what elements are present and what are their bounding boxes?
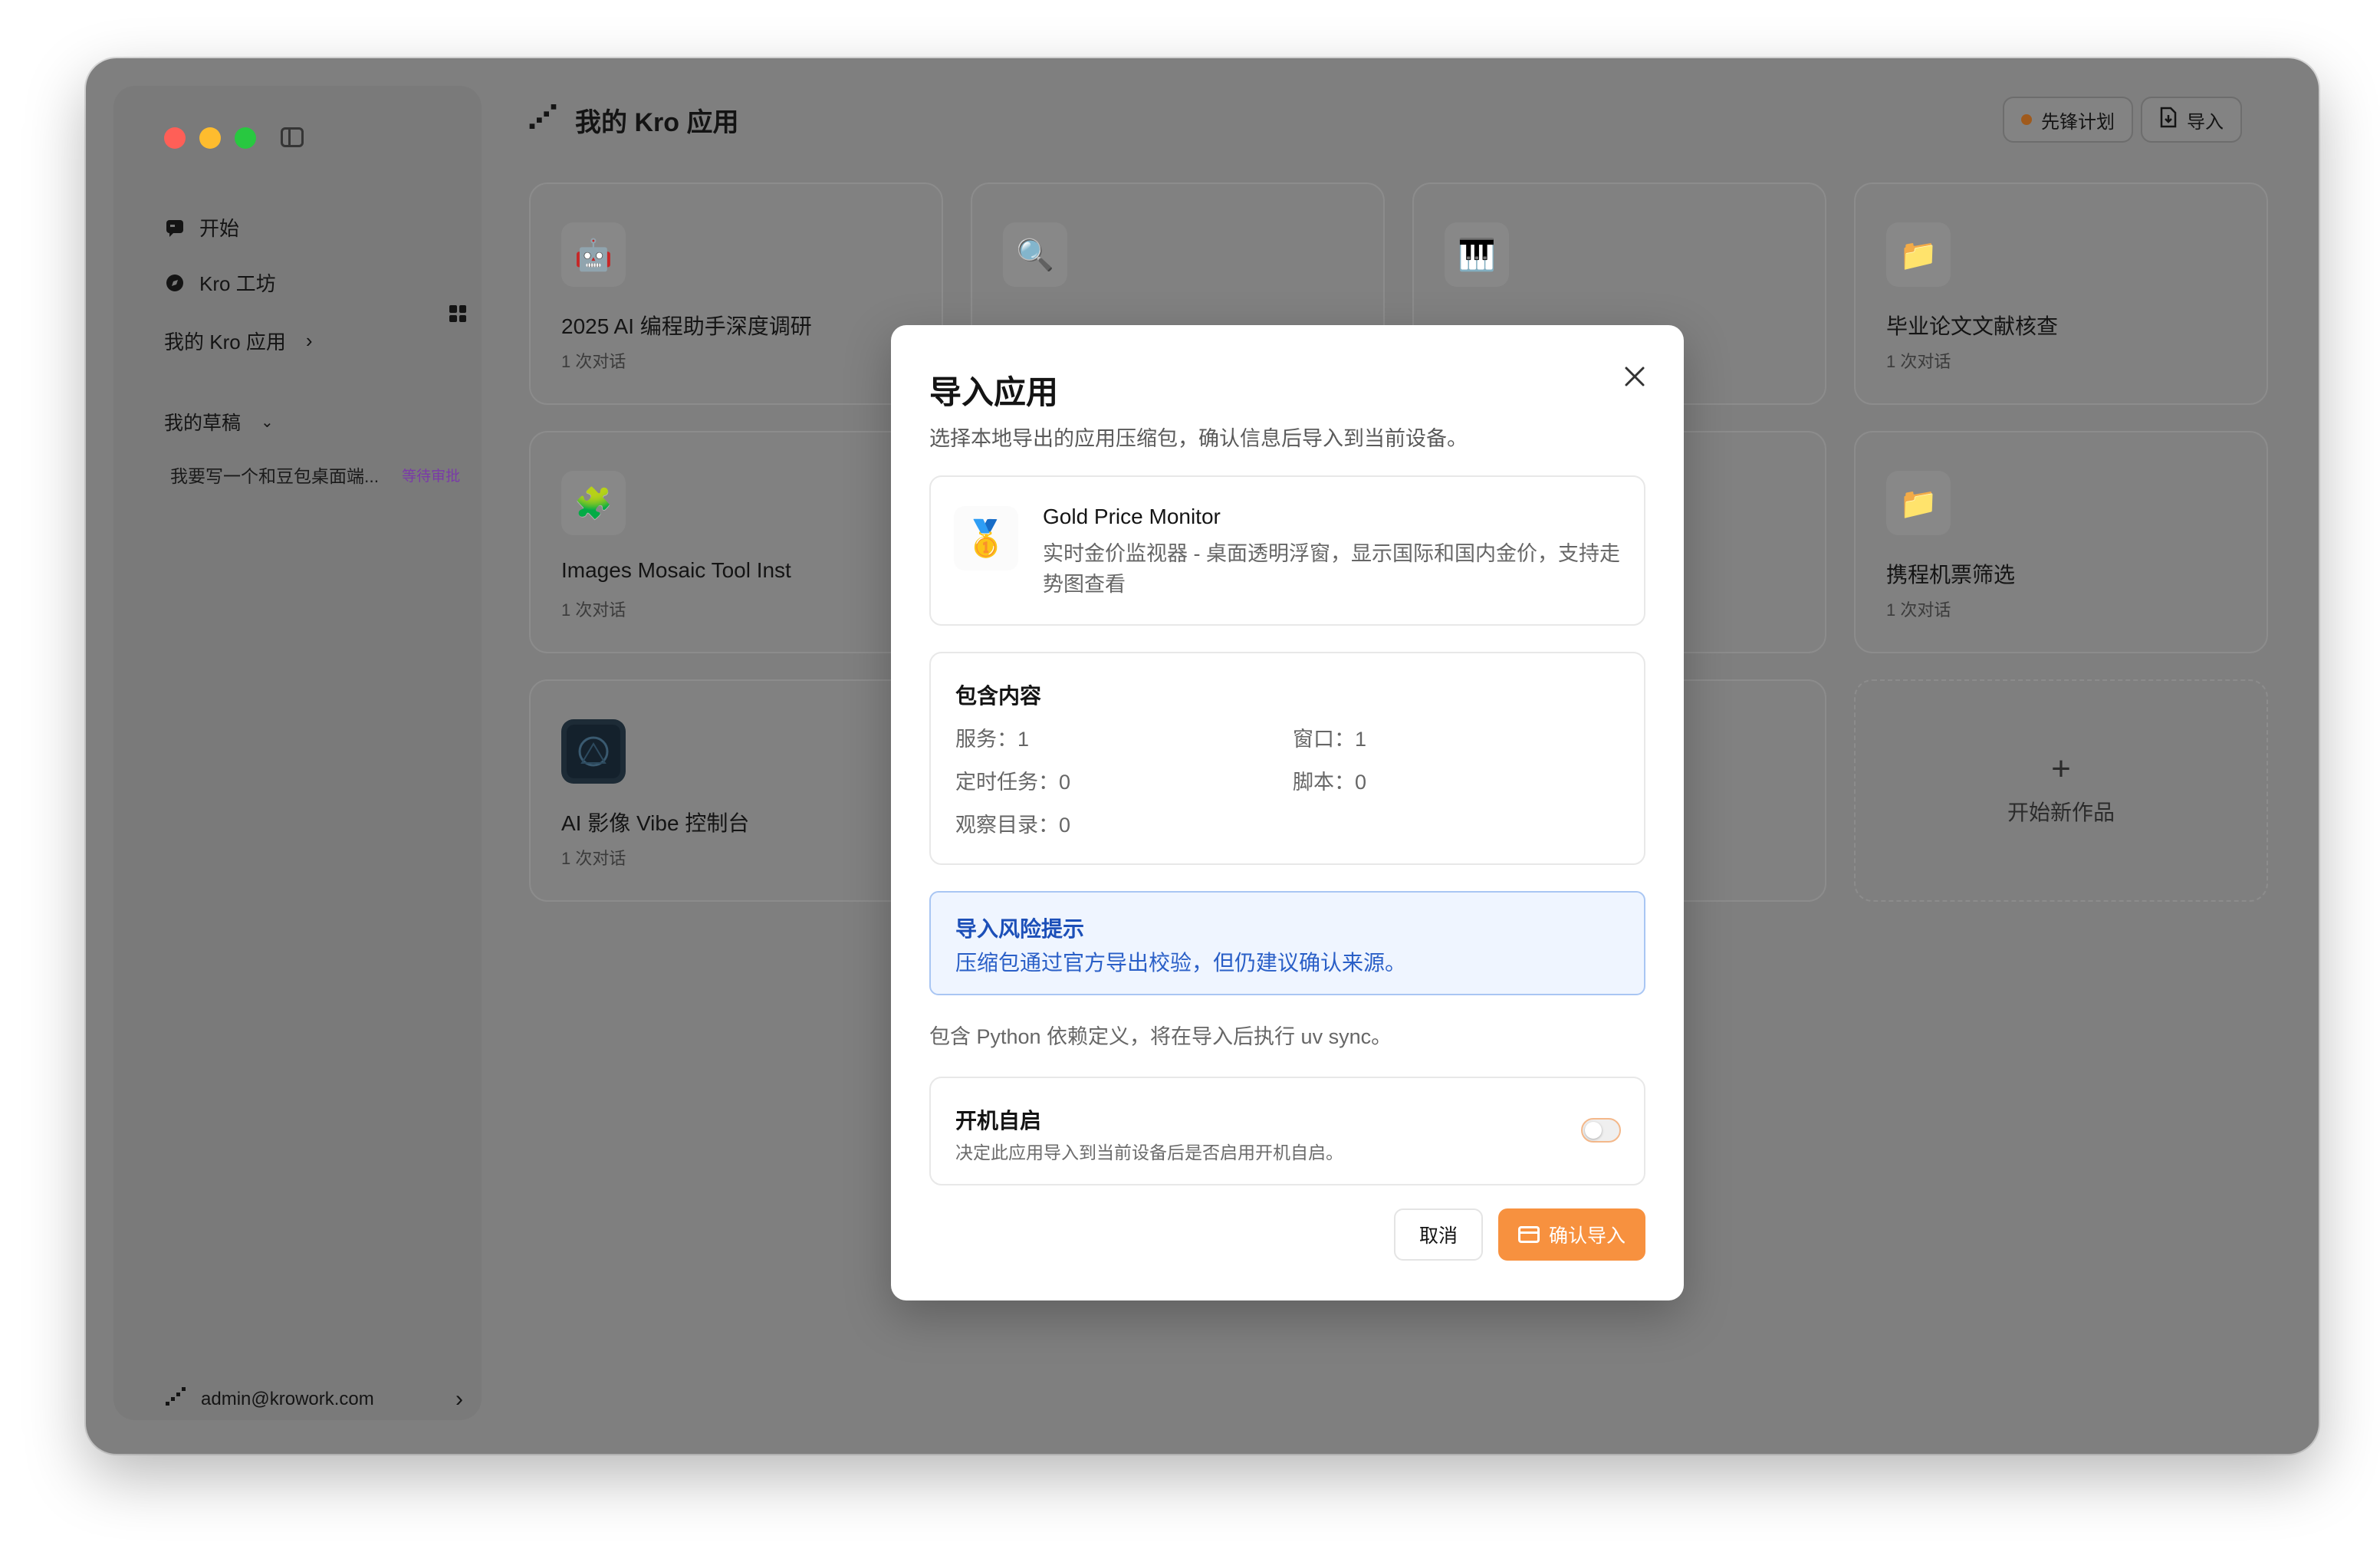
import-label: 导入 — [2187, 111, 2224, 133]
page-title-text: 我的 Kro 应用 — [575, 108, 739, 137]
window-controls — [164, 127, 256, 149]
sidebar-item-label: 开始 — [199, 217, 240, 240]
medal-icon: 🥇 — [954, 506, 1018, 570]
robot-icon: 🤖 — [561, 222, 626, 287]
confirm-import-button[interactable]: 确认导入 — [1498, 1208, 1645, 1261]
autostart-setting: 开机自启 决定此应用导入到当前设备后是否启用开机自启。 — [929, 1077, 1645, 1185]
autostart-description: 决定此应用导入到当前设备后是否启用开机自启。 — [955, 1143, 1343, 1162]
dialog-title: 导入应用 — [929, 374, 1059, 410]
risk-notice: 导入风险提示 压缩包通过官方导出校验，但仍建议确认来源。 — [929, 891, 1645, 995]
app-card-title: 携程机票筛选 — [1886, 563, 2016, 587]
new-project-label: 开始新作品 — [2007, 801, 2115, 824]
sidebar-toggle-icon[interactable] — [281, 127, 304, 147]
minimize-window-button[interactable] — [199, 127, 221, 149]
app-name: Gold Price Monitor — [1043, 505, 1221, 528]
package-contents: 包含内容 服务：1 窗口：1 定时任务：0 脚本：0 观察目录：0 — [929, 652, 1645, 865]
app-card[interactable]: 🧩 Images Mosaic Tool Inst 1 次对话 — [529, 431, 943, 653]
app-card-subtitle: 1 次对话 — [561, 849, 626, 868]
scripts-count: 脚本：0 — [1293, 771, 1367, 794]
sidebar-item-label: Kro 工坊 — [199, 272, 276, 295]
brand-logo-icon — [528, 101, 558, 139]
sidebar-drafts-header[interactable]: 我的草稿 ⌄ — [164, 408, 274, 436]
services-count: 服务：1 — [955, 728, 1030, 751]
piano-icon: 🎹 — [1445, 222, 1509, 287]
status-badge: 等待审批 — [402, 468, 461, 485]
app-card[interactable]: 📁 毕业论文文献核查 1 次对话 — [1854, 182, 2268, 405]
sidebar-item-my-apps[interactable]: 我的 Kro 应用 › — [164, 327, 313, 355]
pioneer-plan-label: 先锋计划 — [2041, 111, 2115, 133]
chevron-right-icon: › — [305, 329, 313, 352]
scheduled-tasks-count: 定时任务：0 — [955, 771, 1071, 794]
app-window: 开始 Kro 工坊 我的 Kro 应用 › 我的草稿 ⌄ 我要写一个和豆包桌面端… — [86, 58, 2319, 1454]
dialog-description: 选择本地导出的应用压缩包，确认信息后导入到当前设备。 — [929, 427, 1468, 450]
app-card-title: 毕业论文文献核查 — [1886, 314, 2059, 338]
draft-title: 我要写一个和豆包桌面端... — [170, 466, 380, 486]
app-card-subtitle: 1 次对话 — [1886, 600, 1951, 620]
sidebar-item-start[interactable]: 开始 — [164, 213, 239, 242]
app-card[interactable]: AI 影像 Vibe 控制台 1 次对话 — [529, 679, 943, 902]
puzzle-icon: 🧩 — [561, 471, 626, 535]
draft-item[interactable]: 我要写一个和豆包桌面端... 等待审批 — [170, 462, 460, 488]
app-card-title: 2025 AI 编程助手深度调研 — [561, 314, 812, 338]
app-card[interactable]: 🤖 2025 AI 编程助手深度调研 1 次对话 — [529, 182, 943, 405]
sidebar-item-label: 我的 Kro 应用 — [164, 330, 286, 353]
sidebar-item-workshop[interactable]: Kro 工坊 — [164, 268, 276, 297]
risk-text: 压缩包通过官方导出校验，但仍建议确认来源。 — [955, 951, 1407, 975]
close-window-button[interactable] — [164, 127, 186, 149]
magnifier-icon: 🔍 — [1003, 222, 1067, 287]
app-card-title: AI 影像 Vibe 控制台 — [561, 811, 750, 835]
confirm-import-label: 确认导入 — [1548, 1225, 1626, 1247]
import-button[interactable]: 导入 — [2141, 97, 2242, 143]
folder-icon: 📁 — [1886, 471, 1951, 535]
app-info-card: 🥇 Gold Price Monitor 实时金价监视器 - 桌面透明浮窗，显示… — [929, 475, 1645, 626]
app-card[interactable]: 📁 携程机票筛选 1 次对话 — [1854, 431, 2268, 653]
toggle-knob — [1585, 1122, 1602, 1139]
file-import-icon — [2159, 107, 2178, 133]
user-account-row[interactable]: admin@krowork.com › — [164, 1385, 463, 1413]
chat-icon — [164, 217, 186, 238]
close-icon[interactable] — [1621, 365, 1649, 393]
folder-icon: 📁 — [1886, 222, 1951, 287]
contents-title: 包含内容 — [955, 684, 1042, 708]
app-description: 实时金价监视器 - 桌面透明浮窗，显示国际和国内金价，支持走势图查看 — [1043, 542, 1620, 596]
app-thumbnail-icon — [561, 719, 626, 784]
chevron-down-icon: ⌄ — [261, 413, 274, 431]
app-card-title: Images Mosaic Tool Inst — [561, 558, 791, 582]
dependency-note: 包含 Python 依赖定义，将在导入后执行 uv sync。 — [929, 1025, 1392, 1048]
app-card-subtitle: 1 次对话 — [1886, 352, 1951, 371]
risk-title: 导入风险提示 — [955, 917, 1085, 941]
watch-dirs-count: 观察目录：0 — [955, 814, 1071, 837]
compass-icon — [164, 272, 186, 294]
user-email: admin@krowork.com — [201, 1388, 374, 1409]
app-card-subtitle: 1 次对话 — [561, 352, 626, 371]
maximize-window-button[interactable] — [235, 127, 256, 149]
plus-icon: + — [2051, 750, 2071, 788]
new-project-card[interactable]: + 开始新作品 — [1854, 679, 2268, 902]
windows-count: 窗口：1 — [1293, 728, 1367, 751]
app-card-subtitle: 1 次对话 — [561, 600, 626, 620]
page-title: 我的 Kro 应用 — [528, 101, 738, 139]
drafts-label: 我的草稿 — [164, 413, 242, 434]
chevron-right-icon: › — [455, 1386, 463, 1412]
pioneer-plan-button[interactable]: 先锋计划 — [2003, 97, 2133, 143]
import-app-dialog: 导入应用 选择本地导出的应用压缩包，确认信息后导入到当前设备。 🥇 Gold P… — [891, 325, 1684, 1300]
sidebar: 开始 Kro 工坊 我的 Kro 应用 › 我的草稿 ⌄ 我要写一个和豆包桌面端… — [113, 86, 482, 1420]
package-icon — [1517, 1226, 1540, 1243]
brand-logo-icon — [164, 1385, 187, 1413]
autostart-title: 开机自启 — [955, 1109, 1042, 1133]
grid-view-icon[interactable] — [449, 305, 466, 322]
autostart-toggle[interactable] — [1581, 1118, 1621, 1143]
status-dot-icon — [2021, 114, 2032, 125]
cancel-button[interactable]: 取消 — [1394, 1208, 1483, 1261]
contents-grid: 服务：1 窗口：1 定时任务：0 脚本：0 观察目录：0 — [955, 722, 1615, 837]
